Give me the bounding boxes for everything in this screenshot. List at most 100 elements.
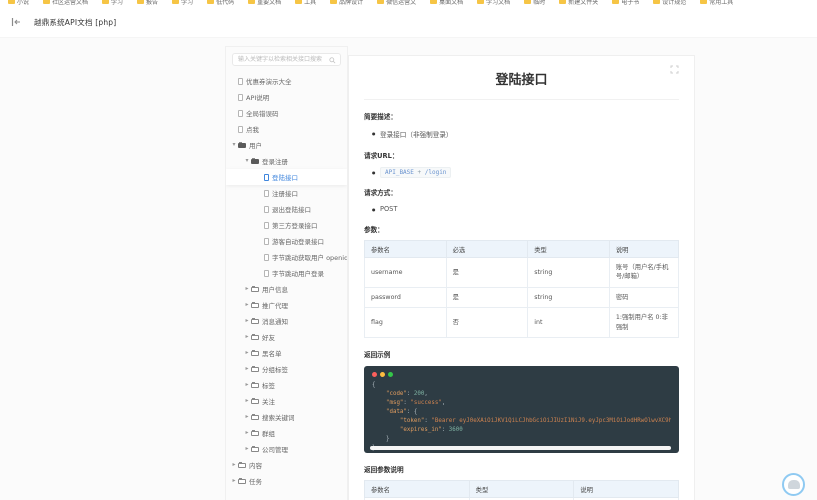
bookmark-label: 新建文件夹 [568, 0, 598, 6]
caret-right-icon: ▸ [243, 302, 251, 308]
folder-icon [248, 0, 255, 4]
tree-item-label: 登陆接口 [272, 172, 298, 182]
code-line: "token": "Bearer eyJ0eXAiOiJKV1QiLCJhbGc… [372, 417, 671, 426]
bookmark-label: 学习文档 [486, 0, 510, 6]
tree-item-label: 游客自动登录接口 [272, 236, 324, 246]
tree-item[interactable]: ▸内容 [226, 457, 347, 473]
tree-item[interactable]: ▸搜索关键词 [226, 409, 347, 425]
folder-icon [477, 0, 484, 4]
help-icon [788, 480, 800, 489]
document-icon [264, 238, 269, 245]
tree-item-label: 公司管理 [262, 444, 288, 454]
bookmark-item[interactable]: 电子书 [612, 0, 639, 6]
bookmark-item[interactable]: 重要文档 [248, 0, 281, 6]
bookmark-item[interactable]: 常用工具 [700, 0, 733, 6]
document-icon [264, 254, 269, 261]
fullscreen-icon[interactable] [670, 65, 679, 74]
tree-item[interactable]: ▸任务 [226, 473, 347, 489]
tree-item[interactable]: 字节跳动获取用户 openid [226, 249, 347, 265]
tree-item[interactable]: 优惠券演示大全 [226, 73, 347, 89]
bookmark-item[interactable]: 学习文档 [477, 0, 510, 6]
tree-item[interactable]: ▸用户信息 [226, 281, 347, 297]
bookmark-item[interactable]: 低代码 [207, 0, 234, 6]
folder-icon [653, 0, 660, 4]
table-cell: 是 [446, 287, 528, 307]
page-title: 登陆接口 [495, 73, 547, 88]
section-method-label: 请求方式： [364, 187, 679, 197]
tree-item[interactable]: 全局错误码 [226, 105, 347, 121]
tree-item[interactable]: ▸好友 [226, 329, 347, 345]
code-line: { [372, 381, 671, 390]
horizontal-scrollbar[interactable] [370, 446, 671, 450]
tree-item-label: 第三方登录接口 [272, 220, 318, 230]
tree-item[interactable]: ▾用户 [226, 137, 347, 153]
bookmark-item[interactable]: 桌面文档 [430, 0, 463, 6]
page-header: 越鼎系统API文档 [php] [0, 7, 817, 38]
document-icon [264, 222, 269, 229]
tree-item-label: 群组 [262, 428, 275, 438]
table-header-row: 参数名类型说明 [365, 481, 679, 498]
bookmark-item[interactable]: 小说 [8, 0, 29, 6]
collapse-sidebar-icon[interactable] [11, 17, 21, 27]
folder-icon [238, 479, 246, 484]
tree-item[interactable]: ▸关注 [226, 393, 347, 409]
bookmark-item[interactable]: 临时 [524, 0, 545, 6]
folder-icon [524, 0, 531, 4]
bookmark-item[interactable]: 学习 [172, 0, 193, 6]
bookmark-item[interactable]: 工具 [295, 0, 316, 6]
bookmark-item[interactable]: 报告 [137, 0, 158, 6]
bookmark-label: 社区运营文档 [52, 0, 88, 6]
help-float-button[interactable] [782, 473, 805, 496]
bookmark-label: 电子书 [621, 0, 639, 6]
tree-item[interactable]: 注册接口 [226, 185, 347, 201]
tree-item-label: 点我 [246, 124, 259, 134]
column-header: 参数名 [365, 241, 447, 258]
folder-icon [251, 351, 259, 356]
tree-item[interactable]: ▸推广代理 [226, 297, 347, 313]
bookmark-label: 报告 [146, 0, 158, 6]
tree-item[interactable]: 第三方登录接口 [226, 217, 347, 233]
tree-item[interactable]: ▸分组标签 [226, 361, 347, 377]
folder-icon [251, 367, 259, 372]
tree-item[interactable]: 登陆接口 [226, 169, 347, 185]
tree-item[interactable]: 字节跳动用户登录 [226, 265, 347, 281]
section-return-params-label: 返回参数说明 [364, 464, 679, 474]
tree-item[interactable]: 点我 [226, 121, 347, 137]
table-cell: int [528, 308, 610, 338]
code-line: "msg": "success", [372, 399, 671, 408]
tree-item[interactable]: 退出登陆接口 [226, 201, 347, 217]
caret-right-icon: ▸ [243, 430, 251, 436]
table-cell: string [528, 287, 610, 307]
folder-icon [251, 415, 259, 420]
table-cell: 是 [446, 258, 528, 288]
tree-item-label: 注册接口 [272, 188, 298, 198]
tree-item[interactable]: ▸消息通知 [226, 313, 347, 329]
bookmark-item[interactable]: 微信运营文 [377, 0, 416, 6]
document-icon [238, 78, 243, 85]
tree-item[interactable]: ▸ 群组 [226, 425, 347, 441]
bookmark-label: 桌面文档 [439, 0, 463, 6]
tree-item[interactable]: ▸公司管理 [226, 441, 347, 457]
bookmark-item[interactable]: 设计规范 [653, 0, 686, 6]
caret-right-icon: ▸ [243, 414, 251, 420]
browser-bookmarks-bar: 小说 社区运营文档 学习 报告 学习 低代码 重要文档 工具 品牌设计 微信运营文 桌面文档 学习文档… [0, 0, 817, 7]
folder-icon [430, 0, 437, 4]
table-cell: flag [365, 308, 447, 338]
bookmark-item[interactable]: 新建文件夹 [559, 0, 598, 6]
folder-icon [238, 463, 246, 468]
bookmark-label: 学习 [111, 0, 123, 6]
tree-item[interactable]: API说明 [226, 89, 347, 105]
bookmark-item[interactable]: 学习 [102, 0, 123, 6]
document-icon [264, 206, 269, 213]
tree-item[interactable]: 游客自动登录接口 [226, 233, 347, 249]
tree-item[interactable]: ▾登录注册 [226, 153, 347, 169]
folder-icon [559, 0, 566, 4]
bookmark-item[interactable]: 社区运营文档 [43, 0, 88, 6]
tree-item[interactable]: ▸标签 [226, 377, 347, 393]
tree-item[interactable]: ▸黑名单 [226, 345, 347, 361]
section-url-label: 请求URL： [364, 150, 679, 160]
bookmark-item[interactable]: 品牌设计 [330, 0, 363, 6]
maximize-dot-icon [388, 372, 393, 377]
table-cell: 1:强制用户名 0:非强制 [609, 308, 678, 338]
search-input[interactable] [233, 54, 340, 65]
